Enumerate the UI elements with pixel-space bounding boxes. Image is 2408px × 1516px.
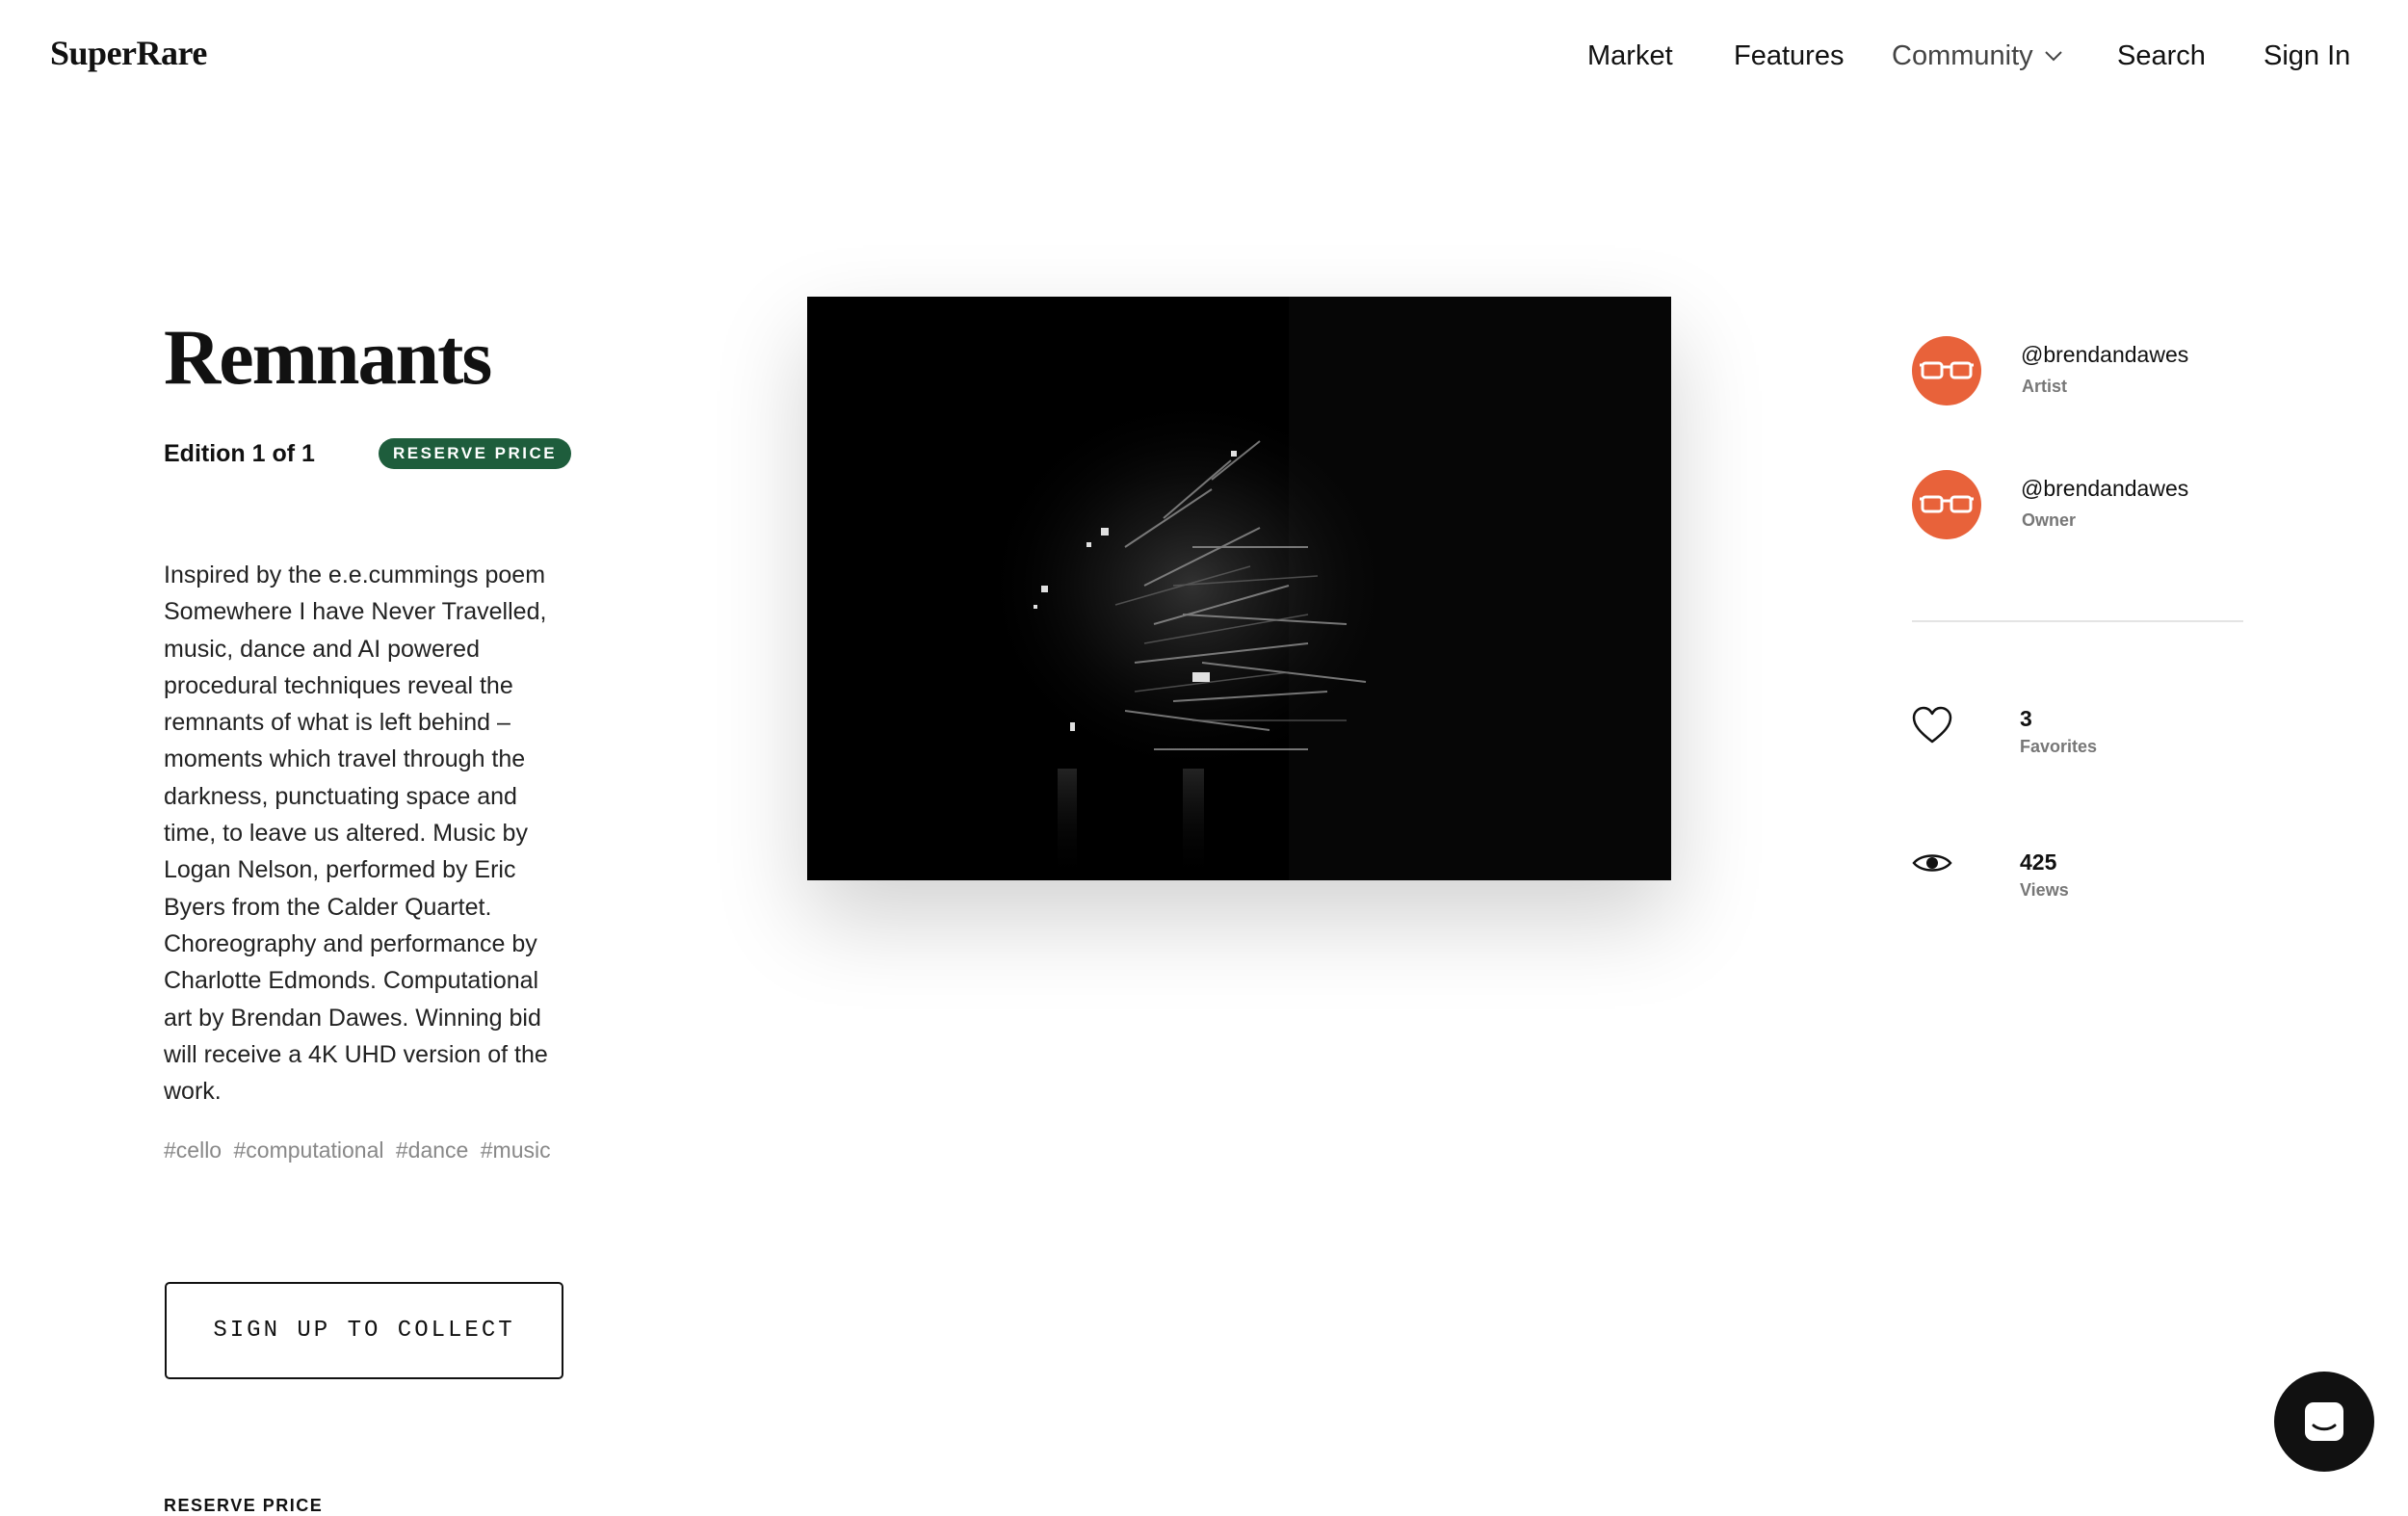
- chat-launcher-button[interactable]: [2274, 1372, 2374, 1472]
- favorites-label: Favorites: [2020, 737, 2098, 756]
- nav-community-label: Community: [1892, 39, 2033, 71]
- glasses-icon: [1920, 361, 1974, 379]
- main-nav: Market Features Community Search Sign In: [0, 37, 2408, 75]
- tag-list: #cello #computational #dance #music: [164, 1137, 557, 1163]
- views-count: 425: [2020, 849, 2057, 875]
- nav-features[interactable]: Features: [1734, 40, 1844, 72]
- eye-icon: [1912, 854, 1952, 872]
- tag-dance[interactable]: #dance: [396, 1137, 468, 1163]
- owner-role: Owner: [2022, 510, 2077, 530]
- chat-icon: [2305, 1402, 2343, 1441]
- glasses-icon: [1920, 495, 1974, 513]
- chevron-down-icon: [2044, 51, 2062, 62]
- sign-up-to-collect-button[interactable]: SIGN UP TO COLLECT: [165, 1282, 563, 1379]
- artist-handle[interactable]: @brendandawes: [2021, 342, 2188, 368]
- heart-icon[interactable]: [1912, 706, 1952, 746]
- artist-avatar[interactable]: [1912, 336, 1981, 405]
- favorites-count: 3: [2020, 706, 2032, 731]
- nav-community[interactable]: Community: [1892, 40, 2064, 72]
- artwork-description: Inspired by the e.e.cummings poem Somewh…: [164, 562, 548, 1106]
- nav-sign-in[interactable]: Sign In: [2264, 40, 2350, 72]
- owner-handle[interactable]: @brendandawes: [2021, 476, 2188, 502]
- views-label: Views: [2020, 880, 2069, 900]
- tag-music[interactable]: #music: [481, 1137, 551, 1163]
- divider: [1912, 620, 2243, 622]
- artwork-video[interactable]: [807, 297, 1671, 880]
- nav-market[interactable]: Market: [1587, 40, 1673, 72]
- tag-cello[interactable]: #cello: [164, 1137, 222, 1163]
- nav-search[interactable]: Search: [2117, 40, 2206, 72]
- edition-label: Edition 1 of 1: [164, 440, 315, 467]
- artwork-image: [807, 297, 1671, 880]
- reserve-price-badge: RESERVE PRICE: [379, 438, 572, 469]
- reserve-price-heading: RESERVE PRICE: [164, 1496, 324, 1515]
- owner-avatar[interactable]: [1912, 470, 1981, 539]
- artist-role: Artist: [2022, 377, 2068, 396]
- tag-computational[interactable]: #computational: [234, 1137, 384, 1163]
- artwork-title: Remnants: [164, 313, 492, 401]
